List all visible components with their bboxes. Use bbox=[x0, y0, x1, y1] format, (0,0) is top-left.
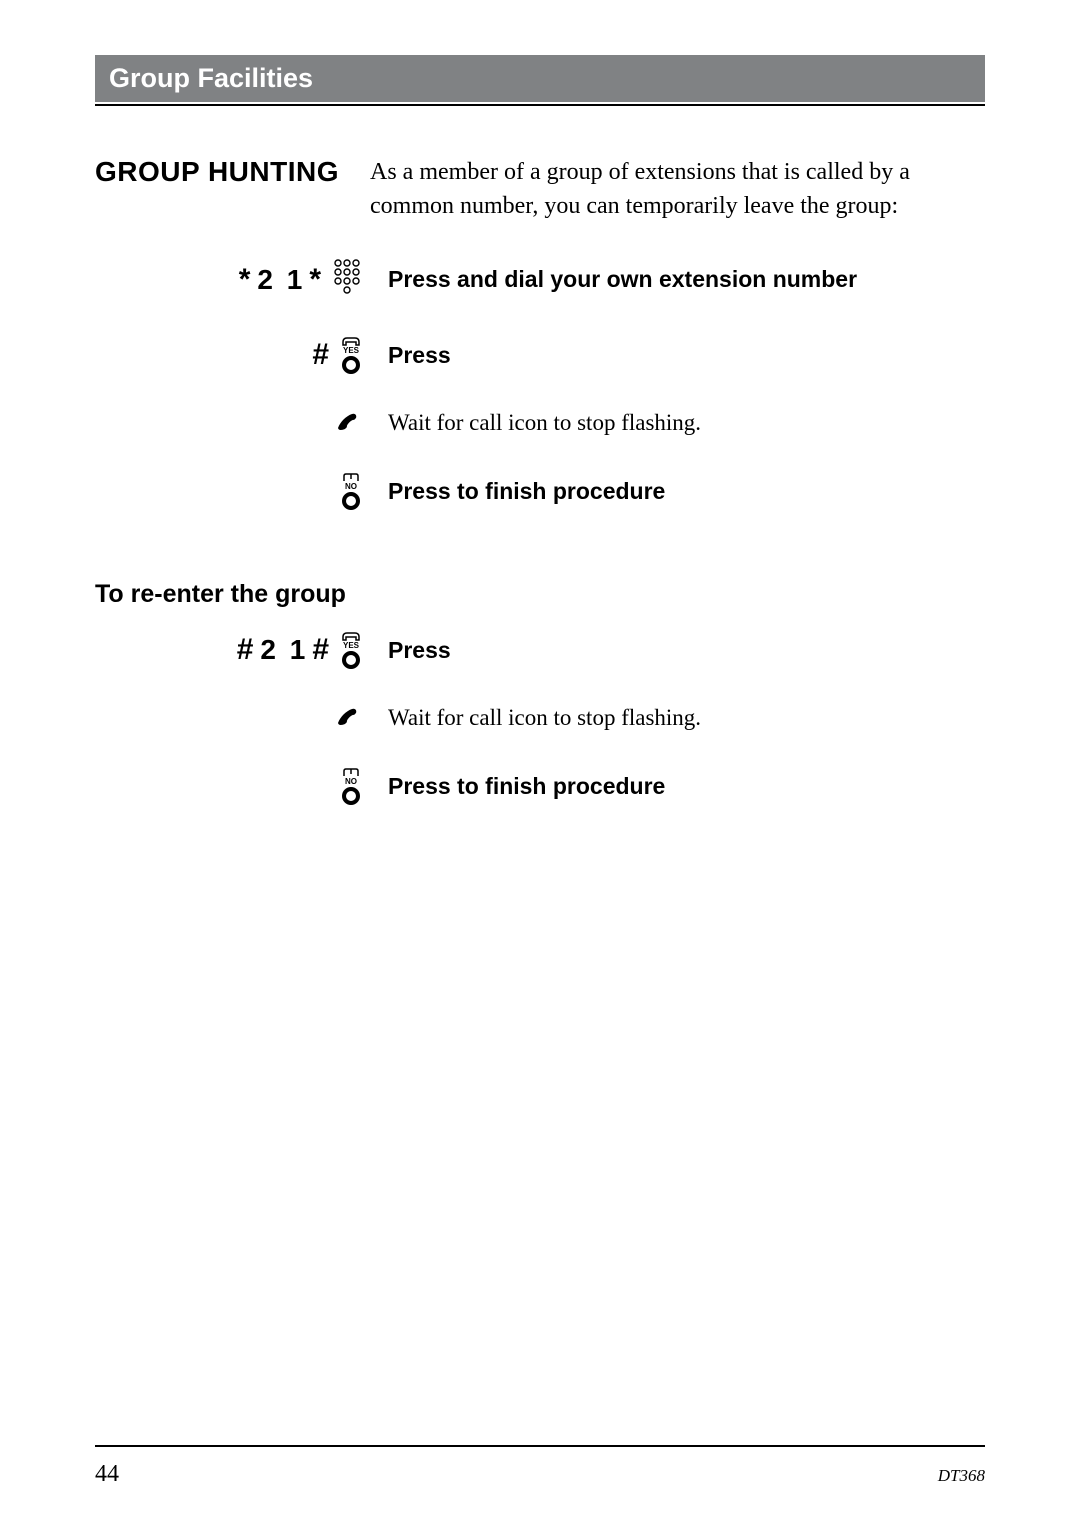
step-icons: # 2 1 # YES bbox=[95, 631, 370, 669]
no-label: NO bbox=[345, 483, 357, 491]
step-instruction: Press and dial your own extension number bbox=[370, 266, 985, 293]
step-row: Wait for call icon to stop flashing. bbox=[95, 703, 985, 733]
header-divider bbox=[95, 104, 985, 106]
section-intro: As a member of a group of extensions tha… bbox=[370, 156, 985, 223]
section-title: GROUP HUNTING bbox=[95, 156, 370, 223]
page-footer: 44 DT368 bbox=[95, 1445, 985, 1488]
footer-row: 44 DT368 bbox=[95, 1461, 985, 1488]
button-ring-icon bbox=[342, 492, 360, 510]
footer-divider bbox=[95, 1445, 985, 1447]
step-icons bbox=[95, 703, 370, 733]
hash-key: # bbox=[237, 633, 257, 667]
intro-row: GROUP HUNTING As a member of a group of … bbox=[95, 156, 985, 223]
no-button-icon: NO bbox=[340, 472, 362, 510]
page-number: 44 bbox=[95, 1461, 119, 1488]
step-icons: # YES bbox=[95, 336, 370, 374]
hash-key: # bbox=[312, 633, 332, 667]
page-header: Group Facilities bbox=[95, 55, 985, 102]
document-id: DT368 bbox=[938, 1466, 985, 1486]
step-icons: NO bbox=[95, 472, 370, 510]
step-row: NO Press to finish procedure bbox=[95, 472, 985, 510]
step-row: NO Press to finish procedure bbox=[95, 767, 985, 805]
step-instruction: Press to finish procedure bbox=[370, 773, 985, 800]
yes-button-icon: YES bbox=[340, 336, 362, 374]
step-row: * 2 1 * Press and dial your own extensio… bbox=[95, 257, 985, 302]
handset-icon bbox=[332, 408, 362, 438]
step-row: Wait for call icon to stop flashing. bbox=[95, 408, 985, 438]
yes-label: YES bbox=[343, 642, 359, 650]
button-ring-icon bbox=[342, 651, 360, 669]
dial-code: 2 1 bbox=[260, 634, 308, 666]
star-key: * bbox=[239, 263, 254, 297]
yes-label: YES bbox=[343, 347, 359, 355]
button-ring-icon bbox=[342, 787, 360, 805]
step-instruction: Press bbox=[370, 342, 985, 369]
step-instruction: Press to finish procedure bbox=[370, 478, 985, 505]
star-key: * bbox=[309, 263, 324, 297]
step-instruction: Wait for call icon to stop flashing. bbox=[370, 705, 985, 731]
step-instruction: Press bbox=[370, 637, 985, 664]
dial-sequence: * 2 1 * bbox=[239, 263, 324, 297]
dial-code: 2 1 bbox=[257, 264, 305, 296]
handset-icon bbox=[332, 703, 362, 733]
keypad-icon bbox=[332, 257, 362, 302]
step-icons bbox=[95, 408, 370, 438]
yes-button-icon: YES bbox=[340, 631, 362, 669]
step-icons: NO bbox=[95, 767, 370, 805]
subsection-title: To re-enter the group bbox=[95, 580, 985, 609]
step-row: # 2 1 # YES Press bbox=[95, 631, 985, 669]
button-ring-icon bbox=[342, 356, 360, 374]
step-instruction: Wait for call icon to stop flashing. bbox=[370, 410, 985, 436]
step-icons: * 2 1 * bbox=[95, 257, 370, 302]
step-row: # YES Press bbox=[95, 336, 985, 374]
no-label: NO bbox=[345, 778, 357, 786]
no-button-icon: NO bbox=[340, 767, 362, 805]
hash-key: # bbox=[312, 338, 332, 372]
dial-sequence: # 2 1 # bbox=[237, 633, 332, 667]
